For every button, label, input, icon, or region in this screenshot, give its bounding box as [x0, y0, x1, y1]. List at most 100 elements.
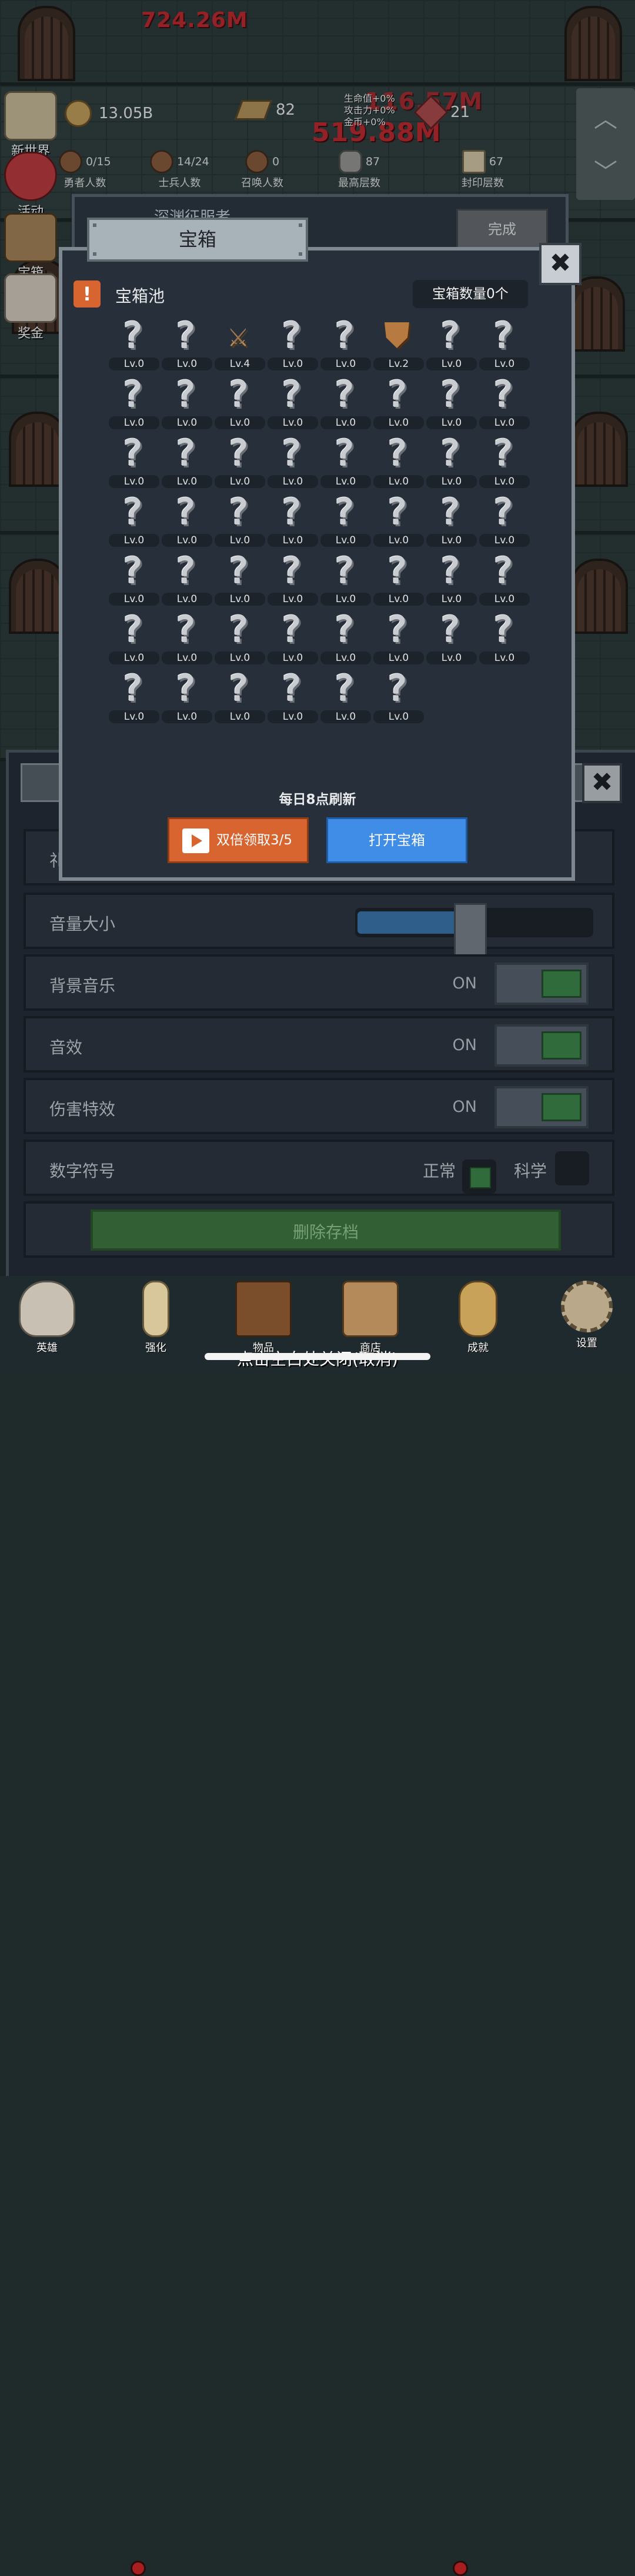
chest-slot[interactable]: ? Lv.0	[320, 376, 371, 432]
chest-slot[interactable]: ? Lv.0	[373, 670, 424, 726]
chest-slot[interactable]: ? Lv.0	[373, 549, 424, 609]
chest-slot[interactable]: ? Lv.0	[268, 670, 318, 726]
chest-slot[interactable]: ? Lv.0	[479, 612, 530, 667]
nav-upgrade[interactable]: 强化	[121, 1281, 191, 1355]
chest-slot[interactable]: ? Lv.0	[162, 670, 212, 726]
sword-icon: ⚔	[228, 316, 248, 355]
chest-slot[interactable]: ? Lv.0	[109, 376, 159, 432]
unknown-item-icon: ?	[386, 432, 408, 475]
chest-slot[interactable]: ? Lv.0	[268, 318, 318, 373]
slot-level: Lv.0	[162, 593, 212, 606]
chest-slot[interactable]: ? Lv.0	[426, 490, 477, 550]
chest-slot[interactable]: ? Lv.0	[109, 549, 159, 609]
unknown-item-icon: ?	[333, 667, 355, 710]
unknown-item-icon: ?	[121, 549, 143, 592]
refresh-note: 每日8点刷新	[279, 792, 356, 807]
chest-slot[interactable]: ? Lv.0	[215, 608, 265, 667]
slot-level: Lv.0	[373, 416, 424, 429]
chest-slot[interactable]: ? Lv.0	[162, 435, 212, 491]
nav-heroes[interactable]: 英雄	[12, 1281, 82, 1355]
chest-slot[interactable]: ? Lv.0	[426, 553, 477, 609]
slot-level: Lv.0	[268, 358, 318, 370]
unknown-item-icon: ?	[280, 432, 302, 475]
chest-slot[interactable]: ? Lv.0	[268, 494, 318, 550]
chest-slot[interactable]: ? Lv.0	[215, 435, 265, 491]
chest-slot[interactable]: ? Lv.0	[320, 612, 371, 667]
chest-slot[interactable]: ? Lv.0	[268, 432, 318, 491]
chest-slot[interactable]: ? Lv.0	[479, 435, 530, 491]
chest-slot[interactable]: ? Lv.0	[215, 376, 265, 432]
chest-slot[interactable]: ? Lv.0	[162, 376, 212, 432]
chest-slot[interactable]: ? Lv.0	[373, 376, 424, 432]
chest-slot[interactable]: ? Lv.0	[426, 318, 477, 373]
unknown-item-icon: ?	[121, 608, 143, 651]
unknown-item-icon: ?	[439, 373, 461, 416]
chest-slot[interactable]: ? Lv.0	[215, 670, 265, 726]
chest-slot[interactable]: ? Lv.0	[109, 432, 159, 491]
chest-slot[interactable]: ? Lv.0	[268, 553, 318, 609]
chest-slot[interactable]: ? Lv.0	[426, 432, 477, 491]
chest-slot[interactable]: ? Lv.0	[320, 494, 371, 550]
nav-shop[interactable]: 商店	[335, 1281, 406, 1355]
unknown-item-icon: ?	[492, 314, 514, 357]
slot-level: Lv.0	[479, 475, 530, 488]
slot-level: Lv.0	[109, 416, 159, 429]
nav-items[interactable]: 物品	[228, 1281, 299, 1355]
chest-dialog-close-icon[interactable]: ✖	[539, 243, 581, 285]
chest-slot[interactable]: ? Lv.0	[268, 376, 318, 432]
double-claim-button[interactable]: 双倍领取3/5	[168, 817, 309, 863]
nav-settings[interactable]: 设置	[552, 1281, 622, 1350]
slot-level: Lv.0	[162, 358, 212, 370]
unknown-item-icon: ?	[121, 667, 143, 710]
chest-slot[interactable]: ? Lv.0	[215, 553, 265, 609]
chest-slot[interactable]: ? Lv.0	[373, 612, 424, 667]
mug-icon	[342, 1281, 399, 1337]
slot-level: Lv.0	[426, 475, 477, 488]
chest-slot[interactable]: ? Lv.0	[479, 376, 530, 432]
chest-slot[interactable]: ? Lv.0	[215, 494, 265, 550]
unknown-item-icon: ?	[386, 549, 408, 592]
chest-slot[interactable]: ? Lv.0	[373, 490, 424, 550]
chest-slot[interactable]: ? Lv.0	[320, 667, 371, 726]
unknown-item-icon: ?	[386, 490, 408, 533]
chest-slot[interactable]: ? Lv.0	[109, 608, 159, 667]
chest-slot[interactable]: ? Lv.0	[162, 553, 212, 609]
chest-slot[interactable]: ? Lv.0	[109, 318, 159, 373]
slot-level: Lv.0	[268, 416, 318, 429]
slot-level: Lv.0	[373, 710, 424, 723]
unknown-item-icon: ?	[227, 608, 249, 651]
chest-slot[interactable]: ? Lv.0	[320, 318, 371, 373]
chest-slot[interactable]: ? Lv.0	[162, 608, 212, 667]
slot-level: Lv.0	[162, 651, 212, 664]
chest-slot[interactable]: ? Lv.0	[373, 432, 424, 491]
chest-slot[interactable]: ⚔ Lv.4	[215, 316, 265, 373]
slot-level: Lv.0	[373, 593, 424, 606]
chest-slot[interactable]: ? Lv.0	[426, 608, 477, 667]
slot-level: Lv.0	[373, 475, 424, 488]
chest-slot[interactable]: ? Lv.0	[162, 494, 212, 550]
unknown-item-icon: ?	[174, 608, 196, 651]
unknown-item-icon: ?	[121, 490, 143, 533]
unknown-item-icon: ?	[121, 432, 143, 475]
chest-slot[interactable]: ? Lv.0	[426, 373, 477, 432]
chest-slot[interactable]: ? Lv.0	[479, 494, 530, 550]
chest-slot[interactable]: ? Lv.0	[162, 318, 212, 373]
chest-slot[interactable]: ? Lv.0	[479, 553, 530, 609]
chest-slot[interactable]: ⛊ Lv.2	[373, 318, 424, 373]
chest-slot[interactable]: ? Lv.0	[479, 314, 530, 373]
alert-icon: !	[73, 280, 101, 308]
chest-slot[interactable]: ? Lv.0	[109, 490, 159, 550]
chest-slot[interactable]: ? Lv.0	[268, 612, 318, 667]
unknown-item-icon: ?	[439, 608, 461, 651]
home-indicator[interactable]	[205, 1353, 430, 1360]
unknown-item-icon: ?	[439, 490, 461, 533]
double-claim-label: 双倍领取3/5	[216, 833, 293, 848]
chest-slot[interactable]: ? Lv.0	[320, 435, 371, 491]
slot-level: Lv.0	[479, 651, 530, 664]
nav-achievements[interactable]: 成就	[443, 1281, 513, 1355]
chest-slot[interactable]: ? Lv.0	[109, 667, 159, 726]
slot-level: Lv.0	[320, 710, 371, 723]
chest-slot[interactable]: ? Lv.0	[320, 553, 371, 609]
open-chest-button[interactable]: 打开宝箱	[326, 817, 467, 863]
unknown-item-icon: ?	[439, 432, 461, 475]
